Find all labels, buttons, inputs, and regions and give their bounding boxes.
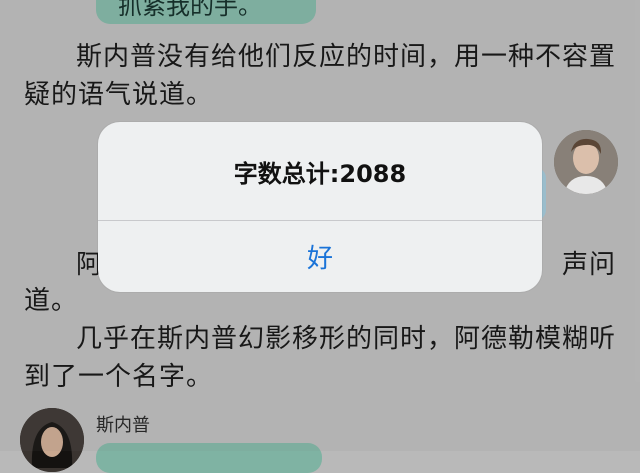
alert-title: 字数总计:2088: [233, 159, 407, 188]
word-count-alert: 字数总计:2088 好: [98, 122, 542, 292]
ok-button[interactable]: 好: [98, 221, 542, 292]
